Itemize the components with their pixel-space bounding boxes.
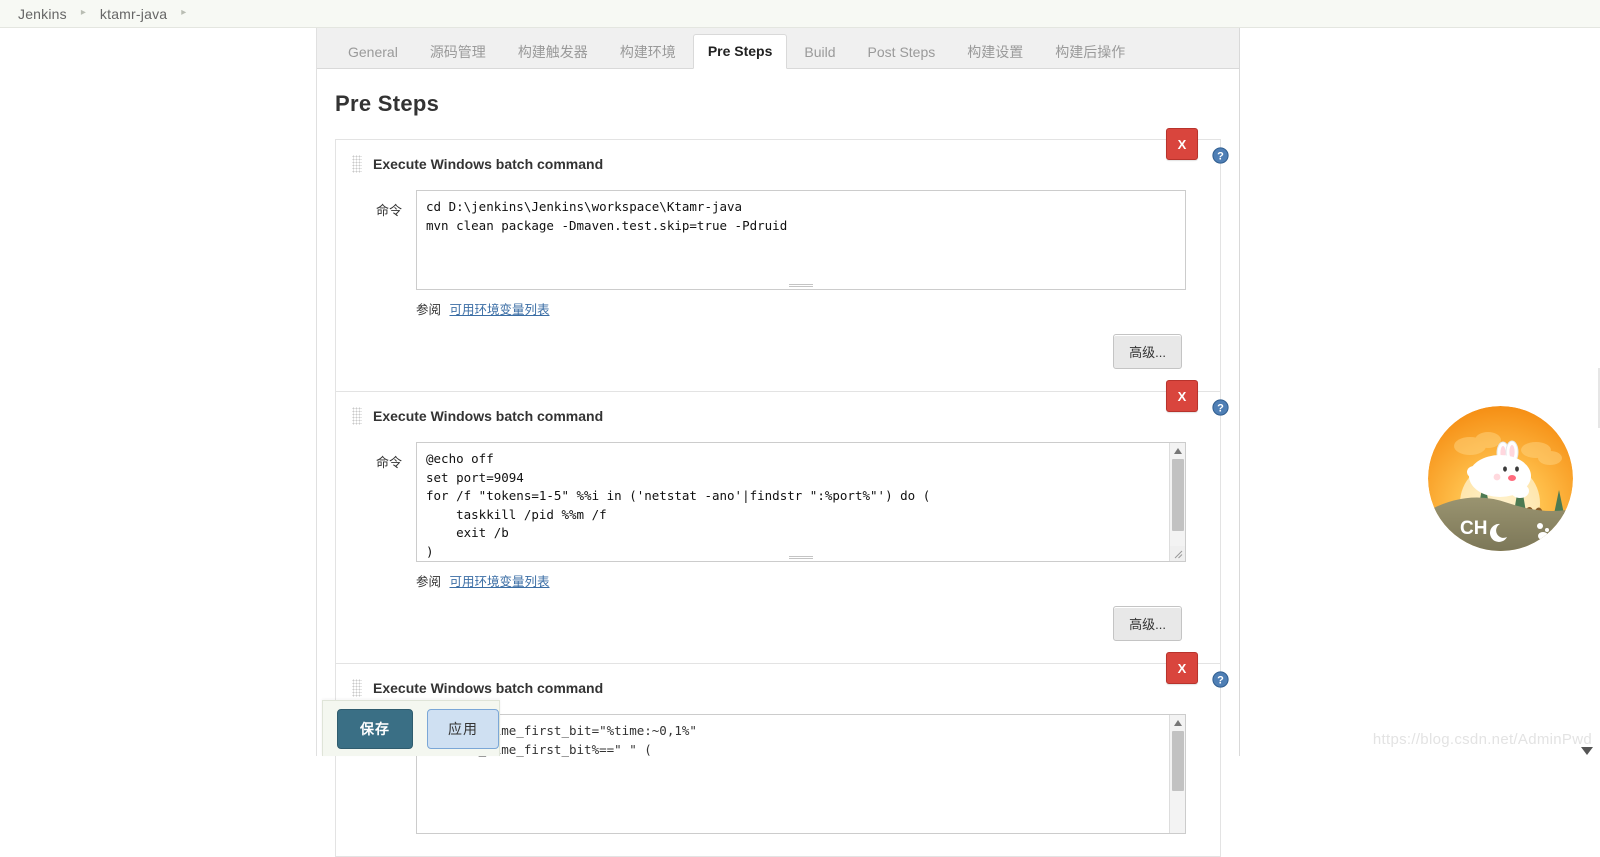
tab-pre-steps[interactable]: Pre Steps [692, 34, 788, 69]
tab-build[interactable]: Build [789, 35, 850, 69]
command-label: 命令 [375, 203, 402, 218]
help-icon[interactable]: ? [1212, 399, 1229, 416]
builder-title: Execute Windows batch command [373, 408, 604, 424]
tab-build-environment[interactable]: 构建环境 [605, 35, 691, 69]
breadcrumb-item-ktamr-java[interactable]: ktamr-java [100, 6, 167, 22]
reference-prefix: 参阅 [416, 575, 442, 589]
apply-button[interactable]: 应用 [427, 708, 499, 749]
builder-block: X ? Execute Windows batch command 命令 [336, 128, 1229, 392]
drag-handle-icon[interactable] [352, 679, 362, 697]
reference-row: 参阅 可用环境变量列表 [352, 299, 1204, 318]
breadcrumb: Jenkins ▸ ktamr-java ▸ [0, 0, 1600, 28]
tab-source-management[interactable]: 源码管理 [415, 35, 501, 69]
help-icon[interactable]: ? [1212, 147, 1229, 164]
command-label: 命令 [375, 455, 402, 470]
tab-post-steps[interactable]: Post Steps [853, 35, 951, 69]
builder-title: Execute Windows batch command [373, 156, 604, 172]
advanced-row: 高级... [352, 606, 1204, 641]
svg-text:?: ? [1217, 402, 1224, 414]
builder-header: Execute Windows batch command [352, 152, 1204, 176]
scroll-up-icon[interactable] [1170, 443, 1186, 458]
help-icon[interactable]: ? [1212, 671, 1229, 688]
command-input[interactable] [416, 442, 1186, 562]
drag-handle-icon[interactable] [352, 407, 362, 425]
reference-prefix: 参阅 [416, 303, 442, 317]
textarea-scrollbar[interactable] [1169, 443, 1185, 561]
builder-block: X ? Execute Windows batch command 命令 [336, 380, 1229, 664]
advanced-button[interactable]: 高级... [1113, 334, 1182, 369]
page-title: Pre Steps [335, 91, 440, 116]
watermark-text: https://blog.csdn.net/AdminPwd [1372, 731, 1592, 748]
command-field-row: 命令 [352, 442, 1204, 562]
command-input[interactable] [416, 190, 1186, 290]
avatar-caption: CH [1460, 518, 1487, 539]
textarea-resize-grip-icon[interactable] [1170, 546, 1185, 561]
breadcrumb-item-jenkins[interactable]: Jenkins [18, 6, 67, 22]
tab-build-settings[interactable]: 构建设置 [952, 35, 1038, 69]
command-field-row: 命令 [352, 190, 1204, 290]
svg-text:?: ? [1217, 150, 1224, 162]
command-textarea-wrap [416, 714, 1186, 834]
scrollbar-thumb[interactable] [1171, 459, 1184, 531]
env-variables-link[interactable]: 可用环境变量列表 [450, 303, 550, 317]
avatar: CH [1428, 406, 1573, 551]
tab-post-build-actions[interactable]: 构建后操作 [1040, 35, 1140, 69]
drag-handle-icon[interactable] [352, 155, 362, 173]
page-body: General 源码管理 构建触发器 构建环境 Pre Steps Build … [0, 28, 1600, 857]
scrollbar-thumb[interactable] [1171, 731, 1184, 791]
scroll-down-page-icon[interactable] [1580, 744, 1594, 755]
config-tabbar: General 源码管理 构建触发器 构建环境 Pre Steps Build … [317, 28, 1239, 69]
delete-builder-button[interactable]: X [1166, 128, 1198, 160]
config-panel: General 源码管理 构建触发器 构建环境 Pre Steps Build … [316, 28, 1240, 857]
floating-save-bar: 保存 应用 [322, 700, 500, 756]
save-button[interactable]: 保存 [337, 708, 413, 749]
textarea-scrollbar[interactable] [1169, 715, 1185, 833]
command-input[interactable] [416, 714, 1186, 834]
env-variables-link[interactable]: 可用环境变量列表 [450, 575, 550, 589]
builder-header: Execute Windows batch command [352, 676, 1204, 700]
builder-title: Execute Windows batch command [373, 680, 604, 696]
tab-general[interactable]: General [333, 35, 413, 69]
tab-build-triggers[interactable]: 构建触发器 [503, 35, 603, 69]
reference-row: 参阅 可用环境变量列表 [352, 571, 1204, 590]
command-textarea-wrap [416, 190, 1186, 290]
advanced-row: 高级... [352, 334, 1204, 369]
builder-block: X ? Execute Windows batch command 命令 [336, 652, 1229, 857]
command-textarea-wrap [416, 442, 1186, 562]
scroll-up-icon[interactable] [1170, 715, 1186, 730]
breadcrumb-dropdown-icon[interactable]: ▸ [181, 7, 186, 18]
builder-header: Execute Windows batch command [352, 404, 1204, 428]
breadcrumb-separator-icon: ▸ [80, 6, 86, 18]
svg-text:?: ? [1217, 674, 1224, 686]
delete-builder-button[interactable]: X [1166, 652, 1198, 684]
delete-builder-button[interactable]: X [1166, 380, 1198, 412]
advanced-button[interactable]: 高级... [1113, 606, 1182, 641]
